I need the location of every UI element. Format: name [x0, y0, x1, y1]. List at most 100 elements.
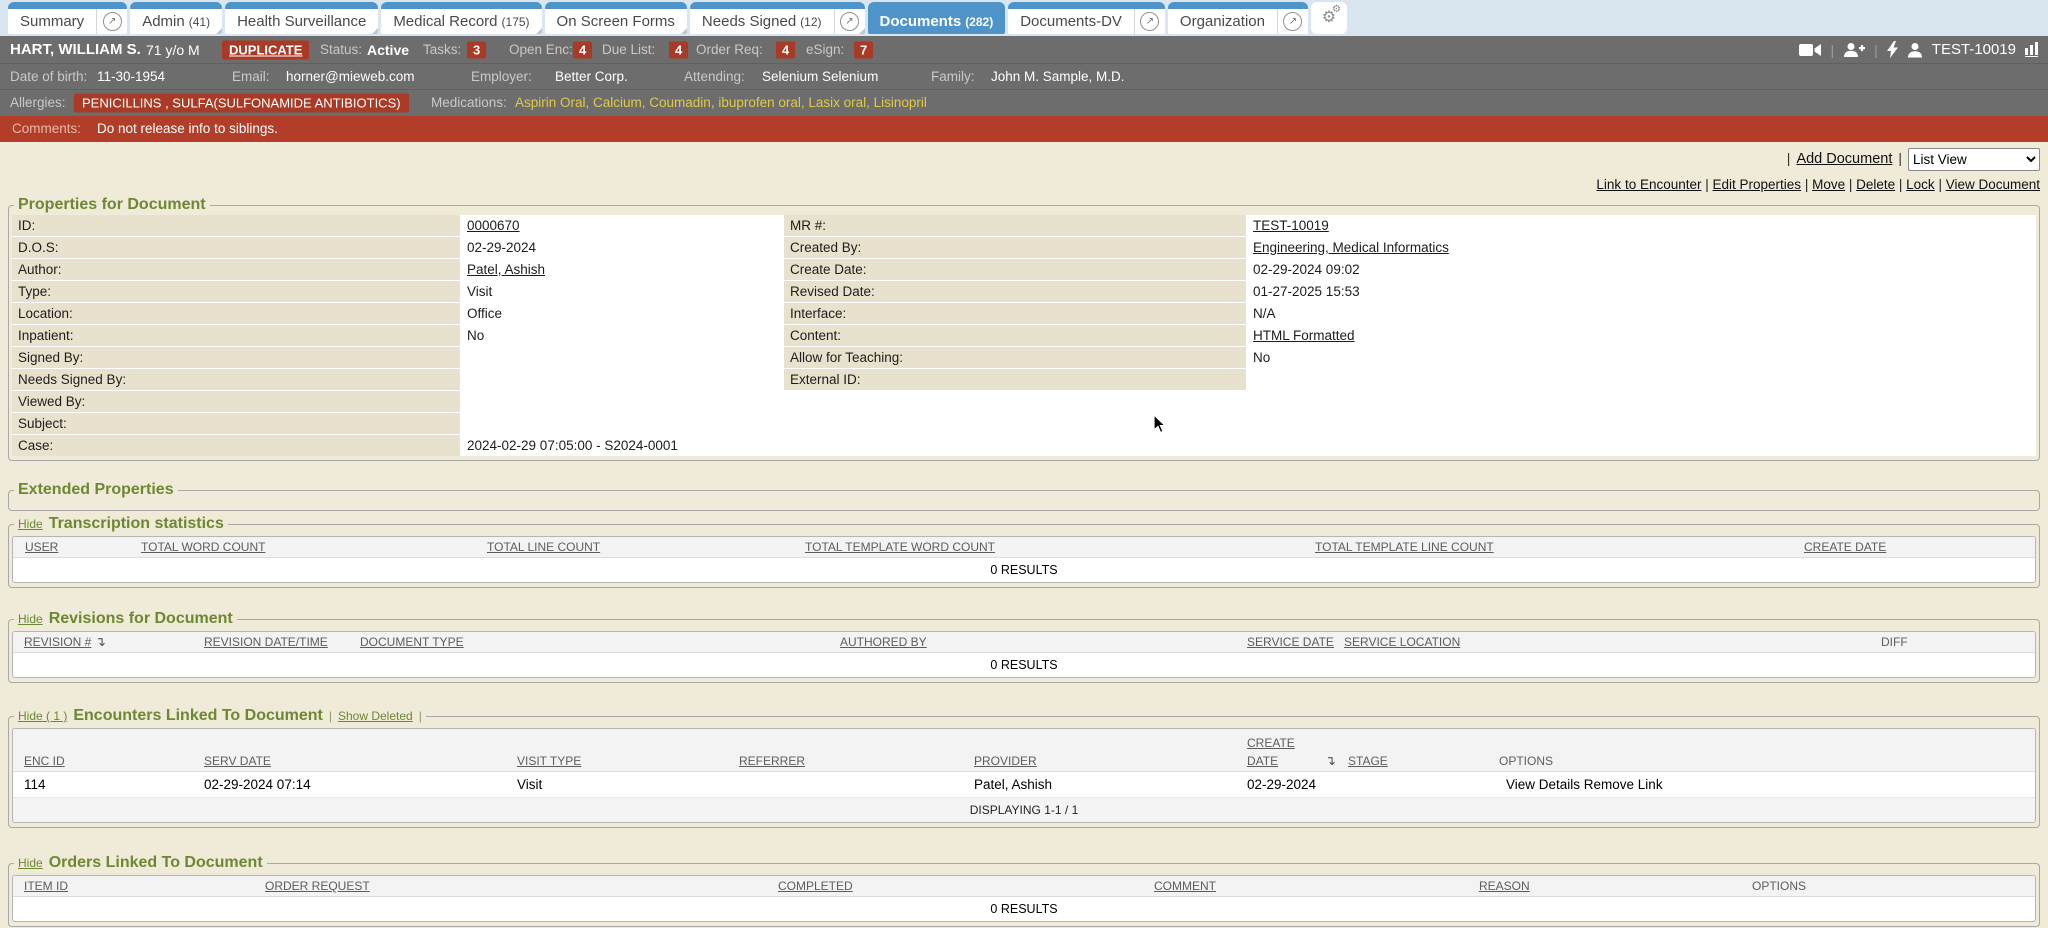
column-header[interactable]: TOTAL LINE COUNT — [487, 540, 600, 554]
field-label: Content: — [784, 325, 1246, 346]
hide-link[interactable]: Hide ( 1 ) — [18, 709, 67, 723]
hide-link[interactable]: Hide — [18, 856, 43, 870]
pagination-status: DISPLAYING 1-1 / 1 — [13, 798, 2035, 822]
column-header[interactable]: DOCUMENT TYPE — [360, 635, 464, 649]
due-list-count-badge[interactable]: 4 — [669, 41, 688, 58]
document-id-link[interactable]: 0000670 — [467, 218, 520, 233]
column-header[interactable]: CREATE DATE — [1804, 540, 1886, 554]
section-title: Extended Properties — [18, 481, 174, 499]
created-by-link[interactable]: Engineering, Medical Informatics — [1253, 240, 1449, 255]
column-header[interactable]: ORDER REQUEST — [265, 879, 370, 893]
create-date-cell: 02-29-2024 — [1247, 772, 1316, 797]
author-link[interactable]: Patel, Ashish — [467, 262, 545, 277]
external-link-icon: ↗ — [103, 12, 122, 31]
tab-health-surveillance[interactable]: Health Surveillance — [225, 2, 378, 34]
edit-properties-link[interactable]: Edit Properties — [1713, 177, 1802, 192]
mr-number-link[interactable]: TEST-10019 — [1253, 218, 1329, 233]
tasks-count-badge[interactable]: 3 — [467, 41, 486, 58]
tab-cap — [690, 2, 865, 9]
column-header[interactable]: DATE — [1247, 754, 1278, 768]
duplicate-flag-badge[interactable]: DUPLICATE — [222, 40, 309, 59]
row-options-links[interactable]: View Details Remove Link — [1506, 772, 1663, 797]
properties-for-document-section: Properties for Document ID: 0000670 MR #… — [8, 196, 2040, 461]
hide-link[interactable]: Hide — [18, 612, 43, 626]
sort-descending-icon[interactable]: ↴ — [95, 634, 106, 650]
inpatient-value: No — [461, 325, 783, 346]
column-header[interactable]: TOTAL WORD COUNT — [141, 540, 265, 554]
column-header[interactable]: REVISION # — [24, 635, 91, 649]
tab-on-screen-forms[interactable]: On Screen Forms — [545, 2, 687, 34]
column-header[interactable]: COMPLETED — [778, 879, 853, 893]
column-header[interactable]: SERVICE DATE — [1247, 635, 1334, 649]
tab-summary[interactable]: Summary ↗ — [8, 2, 127, 34]
tab-label: Admin — [142, 13, 185, 30]
column-header[interactable]: ITEM ID — [24, 879, 68, 893]
add-document-link[interactable]: Add Document — [1796, 151, 1892, 167]
tab-label: Needs Signed — [702, 13, 796, 30]
dos-value: 02-29-2024 — [461, 237, 783, 258]
tab-label: On Screen Forms — [557, 13, 675, 30]
column-header[interactable]: USER — [25, 540, 58, 554]
column-header[interactable]: PROVIDER — [974, 754, 1037, 768]
open-in-new-window-button[interactable]: ↗ — [834, 9, 865, 34]
open-in-new-window-button[interactable]: ↗ — [1277, 9, 1308, 34]
email-label: Email: — [232, 64, 270, 90]
bar-chart-icon[interactable] — [2025, 42, 2038, 57]
field-label: Author: — [12, 259, 460, 280]
tab-label: Documents-DV — [1020, 13, 1122, 30]
tab-documents[interactable]: Documents (282) — [868, 2, 1006, 34]
view-mode-select[interactable]: List View — [1908, 148, 2040, 171]
move-link[interactable]: Move — [1812, 177, 1845, 192]
tab-medical-record[interactable]: Medical Record (175) — [381, 2, 541, 34]
lock-link[interactable]: Lock — [1906, 177, 1935, 192]
tab-label: Summary — [20, 13, 84, 30]
column-header[interactable]: TOTAL TEMPLATE WORD COUNT — [805, 540, 995, 554]
person-icon[interactable] — [1907, 42, 1923, 58]
status-value: Active — [367, 36, 409, 64]
delete-link[interactable]: Delete — [1856, 177, 1895, 192]
column-header[interactable]: REVISION DATE/TIME — [204, 635, 328, 649]
show-deleted-link[interactable]: Show Deleted — [338, 709, 413, 723]
tab-needs-signed[interactable]: Needs Signed (12) ↗ — [690, 2, 865, 34]
order-req-count-badge[interactable]: 4 — [776, 41, 795, 58]
viewed-by-value — [461, 391, 2036, 412]
view-document-link[interactable]: View Document — [1946, 177, 2040, 192]
open-in-new-window-button[interactable]: ↗ — [96, 9, 127, 34]
column-header[interactable]: REFERRER — [739, 754, 805, 768]
medications-label: Medications: — [431, 90, 507, 116]
person-add-icon[interactable] — [1843, 42, 1865, 58]
hide-link[interactable]: Hide — [18, 517, 43, 531]
column-header[interactable]: SERV DATE — [204, 754, 271, 768]
tab-admin[interactable]: Admin (41) — [130, 2, 222, 34]
column-header[interactable]: CREATE — [1247, 736, 1295, 750]
link-to-encounter-link[interactable]: Link to Encounter — [1596, 177, 1701, 192]
video-camera-icon[interactable] — [1799, 43, 1822, 57]
divider — [1898, 150, 1902, 168]
tab-cap — [8, 2, 127, 9]
esign-count-badge[interactable]: 7 — [854, 41, 873, 58]
column-header[interactable]: COMMENT — [1154, 879, 1216, 893]
medications-list[interactable]: Aspirin Oral, Calcium, Coumadin, ibuprof… — [515, 90, 927, 116]
column-header[interactable]: ENC ID — [24, 754, 65, 768]
open-enc-count-badge[interactable]: 4 — [573, 41, 592, 58]
content-format-link[interactable]: HTML Formatted — [1253, 328, 1355, 343]
column-header[interactable]: STAGE — [1348, 754, 1388, 768]
chart-id[interactable]: TEST-10019 — [1932, 36, 2016, 64]
column-header[interactable]: REASON — [1479, 879, 1530, 893]
open-in-new-window-button[interactable]: ↗ — [1134, 9, 1165, 34]
column-header[interactable]: VISIT TYPE — [517, 754, 581, 768]
column-header[interactable]: TOTAL TEMPLATE LINE COUNT — [1315, 540, 1494, 554]
patient-header-icons: | | TEST-10019 — [1799, 36, 2039, 63]
tab-label: Medical Record — [393, 13, 497, 30]
column-header[interactable]: SERVICE LOCATION — [1344, 635, 1460, 649]
tab-organization[interactable]: Organization ↗ — [1168, 2, 1308, 34]
tab-settings-button[interactable]: ⚙ ⚙ — [1311, 2, 1347, 34]
lightning-icon[interactable] — [1887, 41, 1898, 58]
dob-value: 11-30-1954 — [97, 64, 165, 90]
sort-descending-icon[interactable]: ↴ — [1325, 753, 1336, 769]
revisions-table: REVISION # ↴ REVISION DATE/TIME DOCUMENT… — [12, 631, 2036, 678]
tab-documents-dv[interactable]: Documents-DV ↗ — [1008, 2, 1165, 34]
column-header[interactable]: AUTHORED BY — [840, 635, 927, 649]
allergies-badge[interactable]: PENICILLINS , SULFA(SULFONAMIDE ANTIBIOT… — [74, 94, 409, 113]
tab-count: (282) — [965, 15, 993, 29]
